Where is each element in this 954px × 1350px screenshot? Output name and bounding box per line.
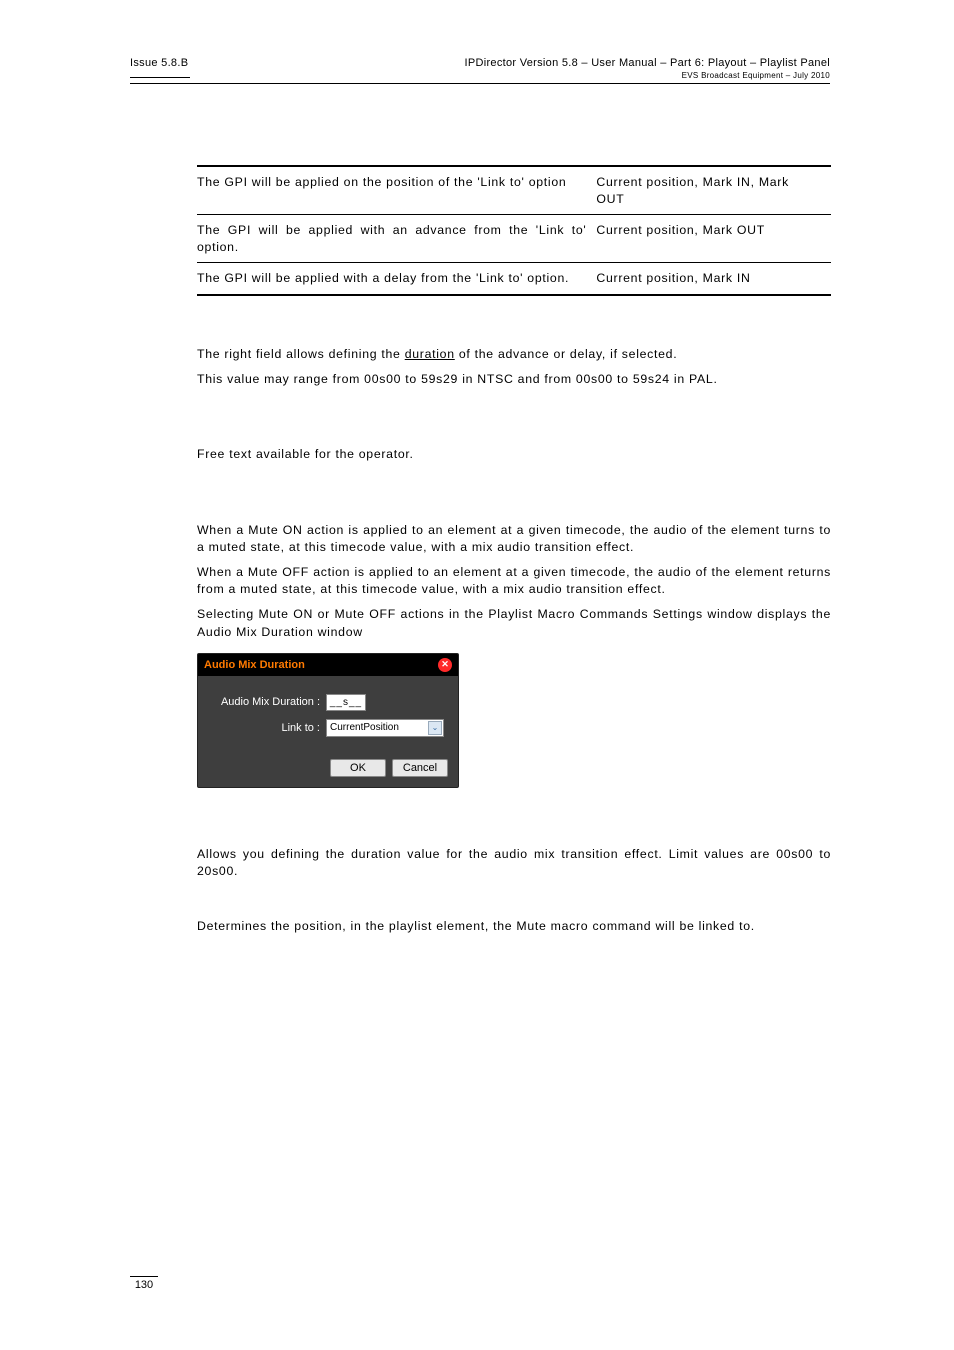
table-cell: The GPI will be applied on the position … [197,166,596,215]
audio-mix-duration-label: Audio Mix Duration : [208,696,326,708]
ok-button[interactable]: OK [330,759,386,777]
paragraph-mute-on: When a Mute ON action is applied to an e… [197,522,831,556]
text-underline: duration [405,347,455,361]
select-value: CurrentPosition [330,722,399,733]
paragraph-determines: Determines the position, in the playlist… [197,918,831,935]
table-row: The GPI will be applied on the position … [197,166,831,215]
table-row: The GPI will be applied with a delay fro… [197,263,831,295]
audio-mix-dialog: Audio Mix Duration ✕ Audio Mix Duration … [197,653,459,788]
table-cell: Current position, Mark OUT [596,215,831,263]
close-icon[interactable]: ✕ [438,658,452,672]
paragraph-mute-off: When a Mute OFF action is applied to an … [197,564,831,598]
cancel-button[interactable]: Cancel [392,759,448,777]
page-number: 130 [130,1276,158,1291]
header-issue: Issue 5.8.B [130,57,188,69]
header-rule [130,83,830,84]
header-rule-left [130,77,190,78]
chevron-down-icon[interactable]: ⌄ [428,721,442,735]
paragraph-allows: Allows you defining the duration value f… [197,846,831,880]
header-subtitle: EVS Broadcast Equipment – July 2010 [464,71,830,80]
header-title: IPDirector Version 5.8 – User Manual – P… [464,57,830,69]
table-cell: Current position, Mark IN [596,263,831,295]
dialog-title: Audio Mix Duration [204,659,305,671]
link-to-label: Link to : [208,722,326,734]
audio-mix-duration-input[interactable]: __s__ [326,694,366,711]
paragraph-selecting: Selecting Mute ON or Mute OFF actions in… [197,606,831,640]
table-cell: The GPI will be applied with an advance … [197,215,596,263]
text: The right field allows defining the [197,347,405,361]
table-row: The GPI will be applied with an advance … [197,215,831,263]
table-cell: The GPI will be applied with a delay fro… [197,263,596,295]
table-cell: Current position, Mark IN, Mark OUT [596,166,831,215]
paragraph-range: This value may range from 00s00 to 59s29… [197,371,831,388]
link-to-select[interactable]: CurrentPosition ⌄ [326,719,444,737]
gpi-table: The GPI will be applied on the position … [197,165,831,296]
paragraph-freetext: Free text available for the operator. [197,446,831,463]
paragraph-duration: The right field allows defining the dura… [197,346,831,363]
text: of the advance or delay, if selected. [455,347,678,361]
